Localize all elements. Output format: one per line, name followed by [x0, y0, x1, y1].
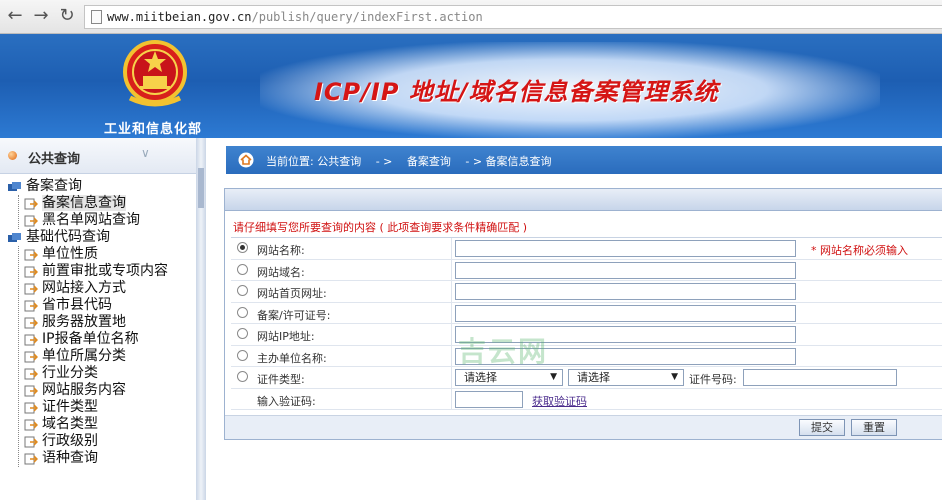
tree-item-code[interactable]: 证件类型	[6, 399, 168, 416]
radio-license[interactable]	[237, 306, 248, 318]
domain-input[interactable]	[455, 261, 796, 279]
ministry-name: 工业和信息化部	[104, 122, 203, 137]
document-icon	[24, 266, 38, 278]
tree-item-code[interactable]: 单位性质	[6, 246, 168, 263]
back-icon[interactable]: ←	[4, 5, 26, 27]
document-icon	[24, 368, 38, 380]
document-icon	[24, 419, 38, 431]
tree-group-basic-codes[interactable]: 基础代码查询	[6, 229, 168, 246]
field-row-site-name: 网站名称: * 网站名称必须输入	[231, 238, 942, 260]
document-icon	[24, 249, 38, 261]
url-text: www.miitbeian.gov.cn/publish/query/index…	[107, 10, 483, 24]
get-captcha-link[interactable]: 获取验证码	[532, 393, 587, 409]
reload-icon[interactable]: ↻	[56, 5, 78, 27]
document-icon	[24, 198, 38, 210]
tree-item-code[interactable]: 行业分类	[6, 365, 168, 382]
radio-cert[interactable]	[237, 371, 248, 382]
cert-type-select[interactable]: 请选择 ▼	[568, 369, 684, 386]
license-input[interactable]	[455, 304, 796, 322]
radio-organizer[interactable]	[237, 349, 248, 361]
tree-item-beian-info[interactable]: 备案信息查询	[6, 195, 168, 212]
tree-item-code[interactable]: 网站接入方式	[6, 280, 168, 297]
document-icon	[24, 215, 38, 227]
folder-icon	[8, 233, 21, 242]
tree-item-code[interactable]: IP报备单位名称	[6, 331, 168, 348]
sidebar-title: 公共查询	[28, 152, 81, 167]
submit-button[interactable]: 提交	[799, 419, 845, 436]
tree-item-code[interactable]: 域名类型	[6, 416, 168, 433]
button-bar: 提交 重置	[225, 415, 942, 439]
browser-toolbar: ← → ↻ www.miitbeian.gov.cn/publish/query…	[0, 0, 942, 34]
cert-number-input[interactable]	[743, 369, 897, 386]
home-icon[interactable]	[238, 152, 254, 168]
sidebar-splitter[interactable]	[196, 138, 206, 500]
tree-item-code[interactable]: 语种查询	[6, 450, 168, 467]
document-icon	[24, 385, 38, 397]
forward-icon[interactable]: →	[30, 5, 52, 27]
field-row-license: 备案/许可证号:	[231, 302, 942, 324]
tree-group-beian[interactable]: 备案查询	[6, 178, 168, 195]
required-note: * 网站名称必须输入	[811, 244, 908, 257]
watermark: 吉云网	[458, 335, 549, 368]
document-icon	[24, 402, 38, 414]
document-icon	[24, 351, 38, 363]
national-emblem-icon	[123, 40, 187, 107]
tree-item-code[interactable]: 省市县代码	[6, 297, 168, 314]
captcha-input[interactable]	[455, 390, 523, 408]
field-row-organizer: 主办单位名称:	[231, 345, 942, 367]
radio-homepage[interactable]	[237, 285, 248, 296]
field-row-ip: 网站IP地址:	[231, 324, 942, 346]
cert-number-label: 证件号码:	[689, 373, 737, 386]
bullet-icon	[8, 151, 17, 160]
document-icon	[24, 317, 38, 329]
document-icon	[24, 436, 38, 448]
query-form: 网站名称: * 网站名称必须输入 网站域名: 网站首页网址: 备案/许可证号: …	[231, 237, 942, 410]
tree-item-code[interactable]: 行政级别	[6, 433, 168, 450]
breadcrumb-text: 当前位置: 公共查询 - > 备案查询 - > 备案信息查询	[266, 155, 552, 168]
address-bar[interactable]: www.miitbeian.gov.cn/publish/query/index…	[84, 5, 942, 29]
tree-item-code[interactable]: 网站服务内容	[6, 382, 168, 399]
sidebar-header[interactable]: 公共查询 ∨	[0, 138, 196, 174]
tree-item-code[interactable]: 单位所属分类	[6, 348, 168, 365]
reset-button[interactable]: 重置	[851, 419, 897, 436]
site-name-input[interactable]	[455, 240, 796, 257]
site-banner: 工业和信息化部 ICP/IP 地址/域名信息备案管理系统	[0, 34, 942, 138]
page-icon	[91, 10, 102, 24]
tree-item-blacklist[interactable]: 黑名单网站查询	[6, 212, 168, 229]
field-row-cert: 证件类型: 请选择 ▼ 请选择 ▼ 证件号码:	[231, 367, 942, 389]
breadcrumb: 当前位置: 公共查询 - > 备案查询 - > 备案信息查询	[226, 146, 942, 174]
field-row-homepage: 网站首页网址:	[231, 281, 942, 303]
radio-site-name[interactable]	[237, 242, 248, 253]
document-icon	[24, 453, 38, 465]
collapse-icon[interactable]: ∨	[141, 146, 150, 160]
system-title: ICP/IP 地址/域名信息备案管理系统	[314, 78, 719, 106]
document-icon	[24, 334, 38, 346]
radio-ip[interactable]	[237, 328, 248, 339]
query-tree: 备案查询 备案信息查询 黑名单网站查询 基础代码查询 单位性质 前置审批或专项内容…	[6, 178, 168, 467]
document-icon	[24, 283, 38, 295]
query-panel: 请仔细填写您所要查询的内容 ( 此项查询要求条件精确匹配 ) 网站名称: * 网…	[224, 188, 942, 440]
sidebar: 公共查询 ∨ 备案查询 备案信息查询 黑名单网站查询 基础代码查询 单位性质 前置…	[0, 138, 196, 500]
folder-icon	[8, 182, 21, 191]
radio-domain[interactable]	[237, 263, 248, 275]
homepage-input[interactable]	[455, 283, 796, 300]
field-row-domain: 网站域名:	[231, 259, 942, 281]
query-notice: 请仔细填写您所要查询的内容 ( 此项查询要求条件精确匹配 )	[233, 221, 528, 234]
field-row-captcha: 输入验证码: 获取验证码	[231, 388, 942, 410]
tree-item-code[interactable]: 前置审批或专项内容	[6, 263, 168, 280]
cert-category-select[interactable]: 请选择 ▼	[455, 369, 563, 386]
tree-item-code[interactable]: 服务器放置地	[6, 314, 168, 331]
document-icon	[24, 300, 38, 312]
